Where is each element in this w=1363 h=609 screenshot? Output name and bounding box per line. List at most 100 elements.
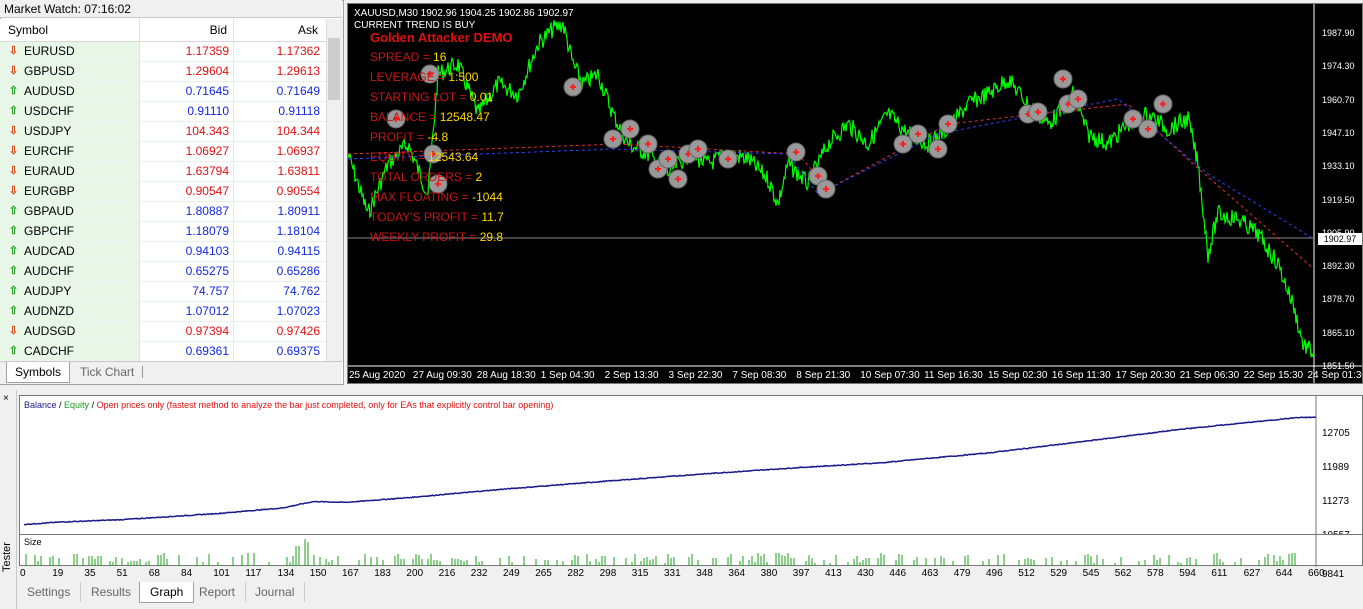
tab-symbols[interactable]: Symbols [6, 362, 71, 383]
ea-stat-label: BALANCE = [370, 110, 440, 124]
symbol-row[interactable]: ⇩ GBPUSD 1.29604 1.29613 [0, 62, 326, 82]
graph-x-tick: 512 [1018, 568, 1035, 579]
arrow-down-icon: ⇩ [8, 145, 19, 157]
graph-y-tick: 12705 [1322, 428, 1350, 439]
order-marker [1068, 89, 1088, 109]
order-marker [1153, 94, 1173, 114]
graph-x-tick: 183 [374, 568, 391, 579]
ea-title: Golden Attacker DEMO [370, 30, 513, 45]
ask-cell: 1.29613 [276, 64, 320, 78]
price-tick: 1878.70 [1322, 294, 1355, 305]
arrow-down-icon: ⇩ [8, 165, 19, 177]
graph-x-tick: 380 [760, 568, 778, 579]
symbol-row[interactable]: ⇧ GBPAUD 1.80887 1.80911 [0, 202, 326, 222]
market-watch-header: Symbol Bid Ask [0, 19, 326, 42]
symbol-row[interactable]: ⇧ USDCHF 0.91110 0.91118 [0, 102, 326, 122]
close-icon[interactable]: × [3, 393, 9, 404]
price-tick: 1919.50 [1322, 194, 1355, 205]
symbol-row[interactable]: ⇧ CADCHF 0.69361 0.69375 [0, 342, 326, 362]
order-marker [1028, 102, 1048, 122]
symbol-row[interactable]: ⇩ USDJPY 104.343 104.344 [0, 122, 326, 142]
symbol-name: AUDNZD [24, 304, 74, 318]
ask-cell: 0.97426 [276, 324, 320, 338]
symbol-name: EURAUD [24, 164, 75, 178]
price-tick: 1987.90 [1322, 28, 1355, 38]
market-watch-title-text: Market Watch: 07:16:02 [4, 2, 131, 16]
column-header-ask[interactable]: Ask [234, 19, 326, 41]
arrow-up-icon: ⇧ [8, 105, 19, 117]
bid-cell: 0.69361 [140, 342, 234, 361]
graph-x-tick: 200 [406, 568, 424, 579]
market-watch-tabs: Symbols Tick Chart [0, 361, 342, 384]
tab-report[interactable]: Report [189, 582, 247, 602]
symbol-name: USDJPY [24, 124, 72, 138]
graph-x-tick: 232 [470, 568, 488, 579]
date-tick: 15 Sep 02:30 [988, 370, 1048, 381]
symbol-name: EURGBP [24, 184, 75, 198]
order-marker [563, 77, 583, 97]
scrollbar-thumb[interactable] [328, 38, 340, 100]
symbol-row[interactable]: ⇩ EURCHF 1.06927 1.06937 [0, 142, 326, 162]
column-header-bid[interactable]: Bid [140, 19, 234, 41]
graph-x-tick: 660 [1308, 568, 1325, 579]
graph-x-tick: 331 [664, 568, 681, 579]
ask-cell: 0.65286 [276, 264, 320, 278]
symbol-cell: ⇧ USDCHF [0, 102, 140, 121]
graph-x-tick: 627 [1243, 568, 1261, 579]
symbol-row[interactable]: ⇧ AUDCHF 0.65275 0.65286 [0, 262, 326, 282]
symbol-row[interactable]: ⇩ EURAUD 1.63794 1.63811 [0, 162, 326, 182]
graph-x-tick: 35 [84, 568, 96, 579]
bid-cell: 1.80887 [140, 202, 234, 221]
price-tick: 1933.10 [1322, 161, 1355, 172]
ask-cell: 74.762 [283, 284, 320, 298]
graph-y-tick: 11273 [1322, 496, 1350, 507]
symbol-cell: ⇩ EURGBP [0, 182, 140, 201]
graph-x-tick: 578 [1147, 568, 1164, 579]
symbol-row[interactable]: ⇧ GBPCHF 1.18079 1.18104 [0, 222, 326, 242]
ea-stat-label: EQUITY = [370, 150, 429, 164]
graph-y-tick: 9841 [1322, 569, 1345, 580]
tab-results[interactable]: Results [81, 582, 143, 602]
symbol-row[interactable]: ⇧ AUDUSD 0.71645 0.71649 [0, 82, 326, 102]
graph-legend: Balance / Equity / Open prices only (fas… [24, 400, 553, 410]
ask-cell: 0.69375 [276, 344, 320, 358]
order-marker [938, 114, 958, 134]
date-tick: 27 Aug 09:30 [412, 370, 472, 381]
symbol-row[interactable]: ⇩ AUDSGD 0.97394 0.97426 [0, 322, 326, 342]
ea-stat-label: MAX FLOATING = [370, 190, 473, 204]
balance-graph-canvas [23, 396, 1317, 536]
order-marker [786, 142, 806, 162]
date-tick: 10 Sep 07:30 [860, 370, 920, 381]
tab-settings[interactable]: Settings [17, 582, 82, 602]
bid-cell: 1.18079 [140, 222, 234, 241]
symbol-row[interactable]: ⇧ AUDNZD 1.07012 1.07023 [0, 302, 326, 322]
ea-stat-value: 1:500 [448, 70, 479, 84]
order-marker [668, 169, 688, 189]
price-chart[interactable]: XAUUSD,M30 1902.96 1904.25 1902.86 1902.… [347, 3, 1363, 384]
legend-sep: / [89, 400, 97, 410]
graph-x-tick: 529 [1050, 568, 1068, 579]
symbol-row[interactable]: ⇩ EURGBP 0.90547 0.90554 [0, 182, 326, 202]
symbol-cell: ⇧ AUDJPY [0, 282, 140, 301]
ea-stat-label: TODAY'S PROFIT = [370, 210, 482, 224]
column-header-symbol[interactable]: Symbol [0, 19, 140, 41]
graph-x-tick: 479 [953, 568, 971, 579]
symbol-row[interactable]: ⇧ AUDJPY 74.757 74.762 [0, 282, 326, 302]
tab-graph[interactable]: Graph [139, 582, 195, 603]
date-tick: 7 Sep 08:30 [732, 370, 787, 381]
price-tick: 1947.10 [1322, 127, 1355, 138]
symbol-row[interactable]: ⇩ EURUSD 1.17359 1.17362 [0, 42, 326, 62]
order-marker [638, 134, 658, 154]
ask-cell: 1.17362 [276, 44, 320, 58]
graph-x-tick: 167 [342, 568, 359, 579]
tab-tick-chart[interactable]: Tick Chart [72, 362, 142, 382]
symbol-cell: ⇩ AUDSGD [0, 322, 140, 341]
tab-journal[interactable]: Journal [245, 582, 306, 602]
graph-x-tick: 496 [986, 568, 1003, 579]
graph-x-tick: 446 [889, 568, 907, 579]
arrow-up-icon: ⇧ [8, 205, 19, 217]
ea-stat: WEEKLY PROFIT = 29.8 [370, 230, 503, 244]
symbol-cell: ⇧ AUDCHF [0, 262, 140, 281]
arrow-up-icon: ⇧ [8, 265, 19, 277]
symbol-row[interactable]: ⇧ AUDCAD 0.94103 0.94115 [0, 242, 326, 262]
